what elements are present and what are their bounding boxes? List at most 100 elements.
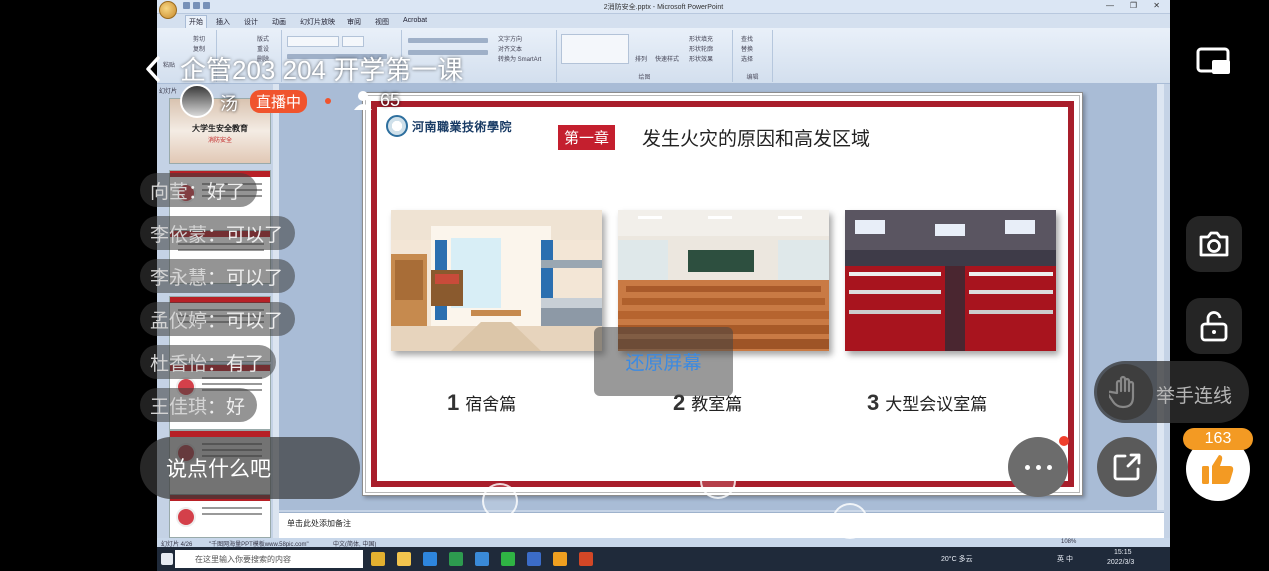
thumbnail-panel-header: 幻灯片 (159, 89, 178, 95)
tab-animation[interactable]: 动画 (269, 16, 289, 28)
wechat-icon[interactable] (501, 552, 515, 566)
arrange-button[interactable]: 排列 (635, 54, 647, 63)
school-seal-icon (386, 115, 408, 137)
touch-indicator (482, 483, 518, 519)
chrome-icon[interactable] (371, 552, 385, 566)
excel-icon[interactable] (449, 552, 463, 566)
chat-input[interactable]: 说点什么吧 (140, 437, 360, 499)
select-button[interactable]: 选择 (741, 54, 753, 63)
chat-message: 王佳琪：好 (140, 388, 258, 422)
caption-dormitory: 1 宿舍篇 (447, 390, 517, 415)
window-title: 2消防安全.pptx - Microsoft PowerPoint (603, 4, 724, 11)
slide-thumbnail[interactable] (169, 494, 271, 538)
undo-icon[interactable] (193, 2, 200, 9)
minimize-icon[interactable]: — (1106, 1, 1114, 10)
thumbnail-title: 大学生安全教育 (192, 124, 248, 133)
powerpoint-icon[interactable] (579, 552, 593, 566)
browser-icon[interactable] (475, 552, 489, 566)
chat-message: 杜香怡：有了 (140, 345, 277, 379)
drawing-group: 排列 快速样式 形状填充 形状轮廓 形状效果 绘图 (557, 30, 733, 82)
tab-design[interactable]: 设计 (241, 16, 261, 28)
start-icon[interactable] (161, 553, 173, 565)
unlock-icon[interactable] (1186, 298, 1242, 354)
tab-home[interactable]: 开始 (185, 15, 207, 28)
app3-icon[interactable] (553, 552, 567, 566)
tab-acrobat[interactable]: Acrobat (400, 16, 430, 25)
back-arrow-icon[interactable] (140, 54, 166, 84)
viewer-count: 65 (380, 90, 401, 110)
shape-outline-button[interactable]: 形状轮廓 (689, 44, 713, 53)
save-icon[interactable] (183, 2, 190, 9)
more-dots-icon[interactable] (1008, 437, 1068, 497)
live-status-badge: 直播中 (250, 90, 308, 113)
current-slide[interactable]: 河南職業技術學院 第一章 发生火灾的原因和高发区域 1 宿舍篇 2 教室篇 3 … (362, 92, 1083, 496)
maximize-icon[interactable]: ❐ (1130, 1, 1137, 10)
picture-in-picture-icon[interactable] (1186, 34, 1242, 90)
tab-slideshow[interactable]: 幻灯片放映 (297, 16, 338, 28)
app-icon[interactable] (423, 552, 437, 566)
clock-date: 2022/3/3 (1107, 559, 1135, 566)
shapes-gallery[interactable] (561, 34, 629, 64)
shape-fill-button[interactable]: 形状填充 (689, 34, 713, 43)
find-button[interactable]: 查找 (741, 34, 753, 43)
app2-icon[interactable] (527, 552, 541, 566)
drawing-group-label: 绘图 (638, 75, 651, 81)
folder-icon[interactable] (397, 552, 411, 566)
weather-widget[interactable]: 20°C 多云 (941, 554, 973, 564)
window-titlebar: 2消防安全.pptx - Microsoft PowerPoint — ❐ ✕ (157, 0, 1170, 14)
text-direction-button[interactable]: 文字方向 (498, 34, 522, 43)
font-size-select[interactable] (342, 36, 364, 47)
viewer-person-icon (354, 90, 372, 110)
raise-hand-label[interactable]: 举手连线 (1156, 381, 1232, 408)
like-count: 163 (1183, 428, 1253, 450)
dormitory-photo (391, 210, 602, 351)
quick-styles-button[interactable]: 快速样式 (655, 54, 679, 63)
replace-button[interactable]: 替换 (741, 44, 753, 53)
touch-indicator (700, 463, 736, 499)
redo-icon[interactable] (203, 2, 210, 9)
windows-taskbar: 在这里输入你要搜索的内容 20°C 多云 英 中 15:15 2022/3/3 (157, 547, 1170, 571)
shape-effects-button[interactable]: 形状效果 (689, 54, 713, 63)
share-icon[interactable] (1097, 437, 1157, 497)
live-dot (325, 98, 331, 104)
tab-insert[interactable]: 插入 (213, 16, 233, 28)
editing-group: 查找 替换 选择 编辑 (733, 30, 773, 82)
tab-review[interactable]: 审阅 (344, 16, 364, 28)
restore-screen-button[interactable]: 还原屏幕 (594, 327, 733, 396)
live-title: 企管203 204 开学第一课 (180, 55, 464, 85)
vertical-scrollbar[interactable] (1157, 84, 1164, 510)
align-text-button[interactable]: 对齐文本 (498, 44, 522, 53)
school-logo: 河南職業技術學院 (386, 115, 512, 137)
editing-group-label: 编辑 (746, 75, 759, 81)
status-bar: 幻灯片 4/26 "千图网海量PPT模板www.58pic.com" 中文(简体… (157, 538, 1170, 548)
chat-message: 孟仪婷：可以了 (140, 302, 296, 336)
chat-message: 李永慧：可以了 (140, 259, 296, 293)
chat-message: 向莹：好了 (140, 173, 258, 207)
office-button[interactable] (159, 1, 177, 19)
notification-dot (1059, 436, 1069, 446)
layout-button[interactable]: 版式 (257, 34, 269, 43)
ime-indicator[interactable]: 英 中 (1057, 554, 1073, 564)
slide-title: 发生火灾的原因和高发区域 (642, 128, 871, 150)
school-name: 河南職業技術學院 (412, 119, 513, 134)
chat-message: 李依蒙：可以了 (140, 216, 296, 250)
thumbnail-subtitle: 消防安全 (207, 138, 232, 144)
host-avatar[interactable] (180, 84, 214, 118)
smartart-button[interactable]: 转换为 SmartArt (498, 54, 541, 63)
cut-button[interactable]: 剪切 (193, 34, 205, 43)
font-name-select[interactable] (287, 36, 339, 47)
quick-access-toolbar (183, 2, 210, 9)
touch-indicator (832, 503, 868, 539)
zoom-level[interactable]: 108% (1061, 539, 1076, 545)
chapter-badge: 第一章 (558, 125, 616, 150)
tab-view[interactable]: 视图 (372, 16, 392, 28)
conference-hall-photo (845, 210, 1056, 351)
raise-hand-icon[interactable] (1097, 364, 1153, 420)
notes-pane[interactable]: 单击此处添加备注 (279, 512, 1164, 538)
live-stream-view: 2消防安全.pptx - Microsoft PowerPoint — ❐ ✕ … (0, 0, 1269, 571)
close-icon[interactable]: ✕ (1153, 1, 1160, 10)
taskbar-search[interactable]: 在这里输入你要搜索的内容 (175, 550, 363, 568)
camera-icon[interactable] (1186, 216, 1242, 272)
clock-time: 15:15 (1114, 549, 1132, 556)
ribbon-tabs: 开始 插入 设计 动画 幻灯片放映 审阅 视图 Acrobat (157, 14, 1170, 28)
